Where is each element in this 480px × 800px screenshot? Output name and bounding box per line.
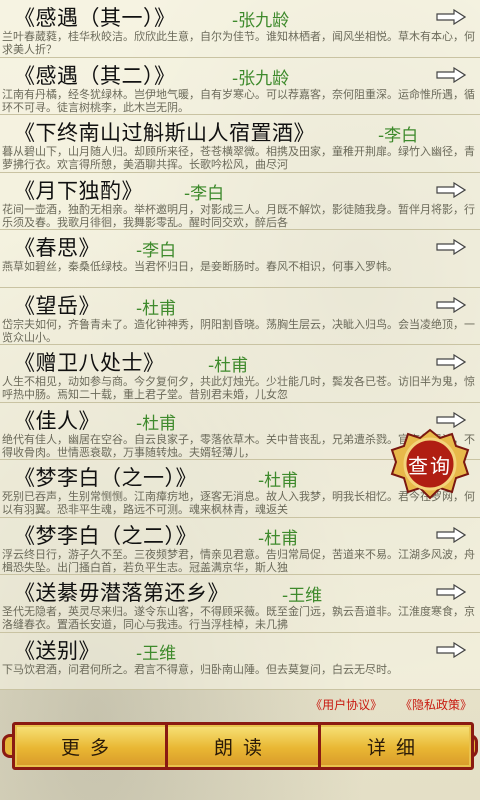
arrow-right-icon[interactable] — [436, 641, 466, 658]
detail-button[interactable]: 详细 — [318, 725, 471, 767]
poem-title: 《梦李白（之一）》 — [14, 466, 197, 490]
query-button[interactable]: 查询 — [390, 428, 470, 500]
poem-item[interactable]: 《感遇（其二）》 -张九龄 江南有丹橘，经冬犹绿林。岂伊地气暖，自有岁寒心。可以… — [0, 57, 480, 115]
query-label: 查询 — [408, 453, 452, 478]
poem-author: -张九龄 — [232, 11, 290, 31]
arrow-right-icon[interactable] — [436, 526, 466, 543]
poem-author: -李白 — [378, 126, 419, 146]
poem-title: 《下终南山过斛斯山人宿置酒》 — [14, 121, 315, 145]
poem-excerpt: 花间一壶酒，独酌无相亲。举杯邀明月，对影成三人。月既不解饮，影徒随我身。暂伴月将… — [2, 202, 475, 229]
poem-excerpt: 燕草如碧丝，秦桑低绿枝。当君怀归日，是妾断肠时。春风不相识，何事入罗帏。 — [2, 260, 398, 273]
poem-item[interactable]: 《送綦毋潜落第还乡》 -王维 圣代无隐者，英灵尽来归。遂令东山客，不得顾采薇。既… — [0, 575, 480, 633]
poem-item[interactable]: 《梦李白（之二）》 -杜甫 浮云终日行，游子久不至。三夜频梦君，情亲见君意。告归… — [0, 517, 480, 575]
bottom-toolbar: 更多 朗读 详细 — [12, 722, 474, 770]
poem-excerpt: 下马饮君酒，问君何所之。君言不得意，归卧南山陲。但去莫复问，白云无尽时。 — [2, 662, 398, 676]
poem-author: -杜甫 — [258, 528, 299, 549]
arrow-right-icon[interactable] — [436, 66, 466, 83]
poem-author: -张九龄 — [232, 68, 290, 89]
poem-excerpt: 暮从碧山下，山月随人归。却顾所来径，苍苍横翠微。相携及田家，童稚开荆扉。绿竹入幽… — [2, 145, 475, 171]
poem-title: 《送别》 — [14, 638, 100, 663]
legal-links: 《用户协议》 《隐私政策》 — [296, 696, 472, 713]
poem-author: -李白 — [184, 183, 225, 204]
arrow-right-icon[interactable] — [436, 354, 466, 370]
poem-title: 《月下独酌》 — [14, 178, 143, 203]
poem-item[interactable]: 《月下独酌》 -李白 花间一壶酒，独酌无相亲。举杯邀明月，对影成三人。月既不解饮… — [0, 172, 480, 230]
poem-author: -杜甫 — [136, 413, 177, 434]
arrow-right-icon[interactable] — [436, 584, 466, 600]
more-button[interactable]: 更多 — [15, 725, 165, 767]
poem-item[interactable]: 《感遇（其一）》 -张九龄 兰叶春葳蕤，桂华秋皎洁。欣欣此生意，自尔为佳节。谁知… — [0, 0, 480, 58]
poem-author: -杜甫 — [258, 471, 299, 491]
arrow-right-icon[interactable] — [436, 411, 466, 428]
poem-item[interactable]: 《望岳》 -杜甫 岱宗夫如何，齐鲁青未了。造化钟神秀，阴阳割昏晓。荡胸生层云，决… — [0, 287, 480, 345]
arrow-right-icon[interactable] — [436, 296, 466, 313]
poem-excerpt: 兰叶春葳蕤，桂华秋皎洁。欣欣此生意，自尔为佳节。谁知林栖者，闻风坐相悦。草木有本… — [2, 30, 475, 56]
privacy-policy-link[interactable]: 《隐私政策》 — [400, 698, 472, 712]
poem-author: -李白 — [136, 241, 177, 261]
poem-list[interactable]: 《感遇（其一）》 -张九龄 兰叶春葳蕤，桂华秋皎洁。欣欣此生意，自尔为佳节。谁知… — [0, 0, 480, 690]
poem-excerpt: 浮云终日行，游子久不至。三夜频梦君，情亲见君意。告归常局促，苦道来不易。江湖多风… — [2, 547, 475, 574]
poem-excerpt: 岱宗夫如何，齐鲁青未了。造化钟神秀，阴阳割昏晓。荡胸生层云，决眦入归鸟。会当凌绝… — [2, 317, 475, 344]
arrow-right-icon[interactable] — [436, 181, 466, 198]
poem-item[interactable]: 《送别》 -王维 下马饮君酒，问君何所之。君言不得意，归卧南山陲。但去莫复问，白… — [0, 632, 480, 690]
poem-item[interactable]: 《赠卫八处士》 -杜甫 人生不相见，动如参与商。今夕复何夕，共此灯烛光。少壮能几… — [0, 345, 480, 403]
poem-title: 《感遇（其一）》 — [14, 6, 176, 30]
poem-item[interactable]: 《春思》 -李白 燕草如碧丝，秦桑低绿枝。当君怀归日，是妾断肠时。春风不相识，何… — [0, 230, 480, 288]
arrow-right-icon[interactable] — [436, 9, 466, 25]
poem-excerpt: 江南有丹橘，经冬犹绿林。岂伊地气暖，自有岁寒心。可以荐嘉客，奈何阻重深。运命惟所… — [2, 87, 475, 114]
poem-item[interactable]: 《下终南山过斛斯山人宿置酒》 -李白 暮从碧山下，山月随人归。却顾所来径，苍苍横… — [0, 115, 480, 173]
poem-title: 《春思》 — [14, 236, 100, 260]
user-agreement-link[interactable]: 《用户协议》 — [310, 698, 382, 712]
read-aloud-button[interactable]: 朗读 — [165, 725, 318, 767]
arrow-right-icon[interactable] — [436, 239, 466, 255]
poem-title: 《梦李白（之二）》 — [14, 523, 197, 548]
poem-title: 《佳人》 — [14, 408, 100, 433]
poem-author: -王维 — [136, 643, 177, 664]
poem-title: 《送綦毋潜落第还乡》 — [14, 581, 229, 605]
poem-title: 《望岳》 — [14, 293, 100, 318]
poem-author: -杜甫 — [136, 298, 177, 319]
poem-author: -王维 — [282, 586, 323, 606]
poem-excerpt: 人生不相见，动如参与商。今夕复何夕，共此灯烛光。少壮能几时，鬓发各已苍。访旧半为… — [2, 375, 475, 401]
poem-author: -杜甫 — [208, 356, 249, 376]
poem-title: 《感遇（其二）》 — [14, 63, 176, 88]
poem-excerpt: 圣代无隐者，英灵尽来归。遂令东山客，不得顾采薇。既至金门远，孰云吾道非。江淮度寒… — [2, 605, 475, 631]
poem-title: 《赠卫八处士》 — [14, 351, 165, 375]
